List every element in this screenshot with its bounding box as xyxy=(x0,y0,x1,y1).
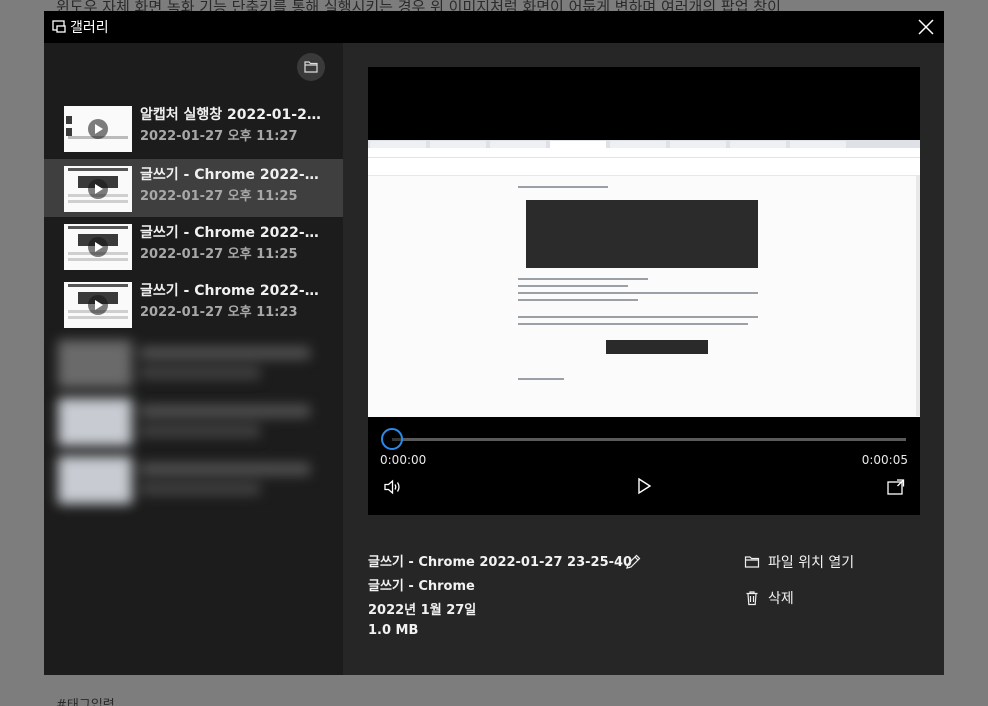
file-size: 1.0 MB xyxy=(368,623,419,638)
list-item-title: 글쓰기 - Chrome 2022-01-2... xyxy=(140,225,328,241)
gallery-icon xyxy=(52,20,66,33)
app-name: 글쓰기 - Chrome xyxy=(368,579,475,594)
speaker-icon[interactable] xyxy=(382,477,402,497)
capture-list: 알캡처 실행창 2022-01-27 2... 2022-01-27 오후 11… xyxy=(44,43,343,675)
list-item-title: 글쓰기 - Chrome 2022-01-2... xyxy=(140,283,328,299)
file-name: 글쓰기 - Chrome 2022-01-27 23-25-40 xyxy=(368,555,633,570)
list-item[interactable]: 알캡처 실행창 2022-01-27 2... 2022-01-27 오후 11… xyxy=(44,99,343,157)
folder-icon xyxy=(304,61,318,73)
open-file-location-label: 파일 위치 열기 xyxy=(768,555,855,571)
list-item-date: 2022-01-27 오후 11:23 xyxy=(140,305,298,320)
list-item-title: 글쓰기 - Chrome 2022-01-2... xyxy=(140,167,328,183)
open-folder-button[interactable] xyxy=(297,53,325,81)
fullscreen-icon[interactable] xyxy=(886,477,906,497)
list-item[interactable]: 글쓰기 - Chrome 2022-01-2... 2022-01-27 오후 … xyxy=(44,217,343,275)
capture-date: 2022년 1월 27일 xyxy=(368,603,477,618)
play-icon[interactable] xyxy=(636,477,652,495)
list-item-date: 2022-01-27 오후 11:25 xyxy=(140,189,298,204)
folder-icon xyxy=(744,556,760,568)
list-item-date: 2022-01-27 오후 11:25 xyxy=(140,247,298,262)
list-item[interactable]: 글쓰기 - Chrome 2022-01-2... 2022-01-27 오후 … xyxy=(44,275,343,333)
list-item-selected[interactable]: 글쓰기 - Chrome 2022-01-2... 2022-01-27 오후 … xyxy=(44,159,343,217)
trash-icon xyxy=(746,591,758,606)
progress-bar[interactable] xyxy=(392,438,906,441)
capture-thumbnail xyxy=(64,166,132,212)
video-player[interactable]: 0:00:00 0:00:05 xyxy=(368,67,920,515)
capture-thumbnail xyxy=(64,282,132,328)
window-title: 갤러리 xyxy=(70,20,109,36)
gallery-window: 갤러리 알캡처 실행창 2022-01-27 2... 2022-01-27 오… xyxy=(44,11,944,675)
blurred-list-item xyxy=(58,335,328,395)
close-icon[interactable] xyxy=(914,15,938,39)
blurred-list-item xyxy=(58,451,328,511)
progress-handle[interactable] xyxy=(381,428,403,450)
video-frame xyxy=(368,140,920,417)
list-item-date: 2022-01-27 오후 11:27 xyxy=(140,129,298,144)
delete-label: 삭제 xyxy=(768,591,794,607)
list-item-title: 알캡처 실행창 2022-01-27 2... xyxy=(140,107,328,123)
capture-thumbnail xyxy=(64,224,132,270)
capture-thumbnail xyxy=(64,106,132,152)
current-time: 0:00:00 xyxy=(380,453,427,467)
title-bar: 갤러리 xyxy=(44,11,944,43)
total-time: 0:00:05 xyxy=(861,453,908,467)
blurred-list-item xyxy=(58,393,328,453)
pencil-icon[interactable] xyxy=(624,553,642,571)
background-tag-input: #태그입력 xyxy=(56,698,115,706)
